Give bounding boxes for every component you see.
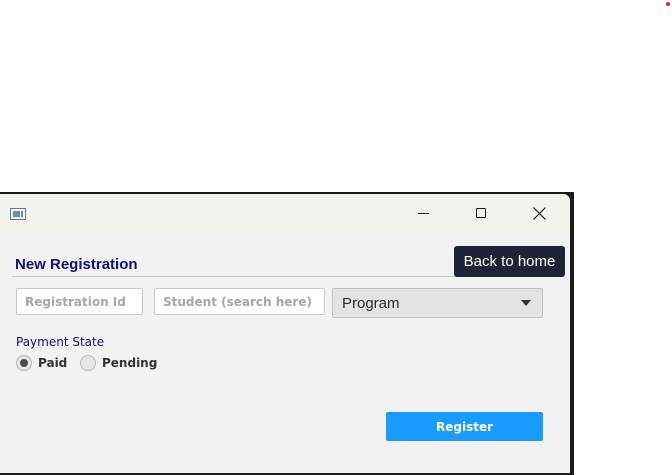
- payment-state-label: Payment State: [16, 335, 105, 349]
- student-search-input[interactable]: [154, 288, 325, 315]
- notification-dot: [666, 2, 670, 6]
- chevron-down-icon: [521, 300, 531, 306]
- app-icon: [10, 208, 26, 220]
- radio-unchecked-icon: [80, 355, 96, 371]
- program-select-value: Program: [342, 295, 400, 312]
- payment-radio-pending[interactable]: Pending: [80, 355, 157, 371]
- app-window: New Registration Program Payment State P…: [0, 192, 574, 475]
- register-button[interactable]: Register: [386, 412, 543, 441]
- registration-id-input[interactable]: [16, 288, 143, 315]
- payment-radio-paid[interactable]: Paid: [16, 355, 67, 371]
- radio-label-pending: Pending: [102, 356, 158, 370]
- close-icon: [532, 206, 546, 220]
- title-bar[interactable]: [0, 194, 570, 232]
- maximize-icon: [476, 208, 486, 218]
- window-body: New Registration Program Payment State P…: [0, 194, 570, 473]
- maximize-button[interactable]: [458, 194, 504, 232]
- minimize-icon: [417, 212, 429, 214]
- back-to-home-tooltip: Back to home: [454, 246, 565, 277]
- radio-checked-icon: [16, 355, 32, 371]
- program-select[interactable]: Program: [332, 288, 543, 318]
- page-title: New Registration: [15, 256, 138, 273]
- radio-label-paid: Paid: [38, 356, 68, 370]
- minimize-button[interactable]: [400, 194, 446, 232]
- close-button[interactable]: [516, 194, 562, 232]
